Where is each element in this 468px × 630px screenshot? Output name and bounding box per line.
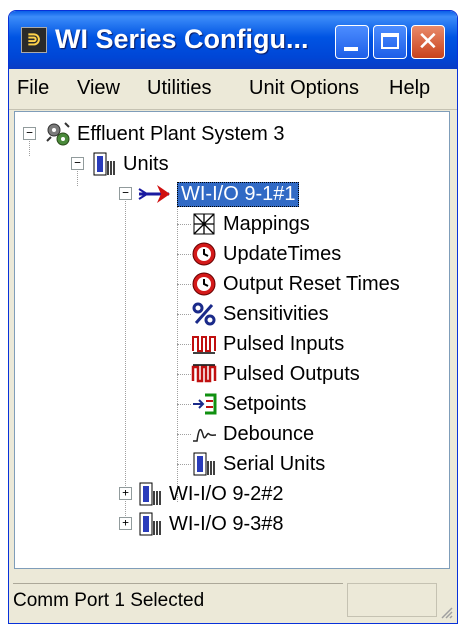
status-bar: Comm Port 1 Selected — [9, 573, 457, 623]
tree-node-label: WI-I/O 9-3#8 — [169, 512, 284, 535]
menu-bar: File View Utilities Unit Options Help — [9, 69, 457, 110]
menu-help[interactable]: Help — [389, 77, 430, 100]
tree-node-label: Output Reset Times — [223, 272, 400, 295]
unit-tree-view[interactable]: − Effluent Plant System 3 − Units − WI-I… — [14, 111, 450, 569]
clock-icon — [191, 241, 217, 267]
unit-device-icon — [137, 481, 163, 507]
app-icon[interactable]: ⋑ — [21, 27, 47, 53]
status-pane-secondary — [347, 583, 437, 617]
tree-node-unit[interactable]: WI-I/O 9-2#2 — [137, 479, 283, 509]
collapse-toggle[interactable]: − — [23, 127, 36, 140]
tree-node-label: Serial Units — [223, 452, 326, 475]
close-icon: ✕ — [417, 27, 439, 57]
status-text: Comm Port 1 Selected — [13, 583, 343, 618]
menu-unit-options[interactable]: Unit Options — [249, 77, 359, 100]
minimize-button[interactable] — [335, 25, 369, 59]
tree-connector — [177, 202, 178, 502]
maximize-button[interactable] — [373, 25, 407, 59]
collapse-toggle[interactable]: − — [119, 187, 132, 200]
gears-icon — [45, 121, 71, 147]
tree-connector — [177, 434, 191, 435]
wave-icon — [191, 421, 217, 447]
tree-node-output-reset-times[interactable]: Output Reset Times — [191, 269, 400, 299]
setpoints-icon — [191, 391, 217, 417]
pulse-red-icon — [191, 361, 217, 387]
resize-grip-icon[interactable] — [439, 605, 453, 619]
unit-device-icon — [191, 451, 217, 477]
pulse-icon — [191, 331, 217, 357]
tree-connector — [177, 314, 191, 315]
title-bar[interactable]: ⋑ WI Series Configu... ✕ — [9, 11, 457, 69]
tree-connector — [177, 284, 191, 285]
tree-node-root[interactable]: Effluent Plant System 3 — [45, 119, 285, 149]
tree-node-label: Units — [123, 152, 169, 175]
window-title: WI Series Configu... — [55, 24, 309, 54]
menu-utilities[interactable]: Utilities — [147, 77, 211, 100]
tree-node-unit-selected[interactable]: WI-I/O 9-1#1 — [137, 179, 300, 209]
tree-node-label: UpdateTimes — [223, 242, 342, 265]
tree-node-debounce[interactable]: Debounce — [191, 419, 314, 449]
unit-device-icon — [91, 151, 117, 177]
tree-node-units[interactable]: Units — [91, 149, 169, 179]
menu-view[interactable]: View — [77, 77, 120, 100]
tree-connector — [177, 374, 191, 375]
menu-file[interactable]: File — [17, 77, 49, 100]
expand-toggle[interactable]: + — [119, 487, 132, 500]
tree-connector — [177, 464, 191, 465]
configurator-window: ⋑ WI Series Configu... ✕ File View Utili… — [8, 10, 458, 624]
tree-node-label: Pulsed Outputs — [223, 362, 360, 385]
expand-toggle[interactable]: + — [119, 517, 132, 530]
tree-node-label: Debounce — [223, 422, 315, 445]
tree-connector — [125, 194, 126, 528]
tree-node-label: Setpoints — [223, 392, 307, 415]
arrow-pointer-icon — [137, 181, 171, 207]
minimize-icon — [344, 47, 358, 51]
close-button[interactable]: ✕ — [411, 25, 445, 59]
tree-node-sensitivities[interactable]: Sensitivities — [191, 299, 329, 329]
tree-connector — [177, 404, 191, 405]
percent-icon — [191, 301, 217, 327]
mappings-icon — [191, 211, 217, 237]
tree-node-label: WI-I/O 9-1#1 — [177, 181, 300, 207]
tree-node-update-times[interactable]: UpdateTimes — [191, 239, 341, 269]
tree-node-label: Mappings — [223, 212, 310, 235]
tree-node-label: WI-I/O 9-2#2 — [169, 482, 284, 505]
tree-node-serial-units[interactable]: Serial Units — [191, 449, 325, 479]
tree-connector — [177, 224, 191, 225]
tree-node-label: Effluent Plant System 3 — [77, 122, 285, 145]
tree-node-pulsed-inputs[interactable]: Pulsed Inputs — [191, 329, 344, 359]
tree-node-mappings[interactable]: Mappings — [191, 209, 310, 239]
tree-node-pulsed-outputs[interactable]: Pulsed Outputs — [191, 359, 360, 389]
tree-node-setpoints[interactable]: Setpoints — [191, 389, 306, 419]
clock-icon — [191, 271, 217, 297]
maximize-icon — [381, 33, 399, 49]
unit-device-icon — [137, 511, 163, 537]
tree-node-label: Pulsed Inputs — [223, 332, 345, 355]
collapse-toggle[interactable]: − — [71, 157, 84, 170]
tree-connector — [177, 344, 191, 345]
tree-connector — [177, 254, 191, 255]
tree-node-label: Sensitivities — [223, 302, 329, 325]
tree-node-unit[interactable]: WI-I/O 9-3#8 — [137, 509, 283, 539]
